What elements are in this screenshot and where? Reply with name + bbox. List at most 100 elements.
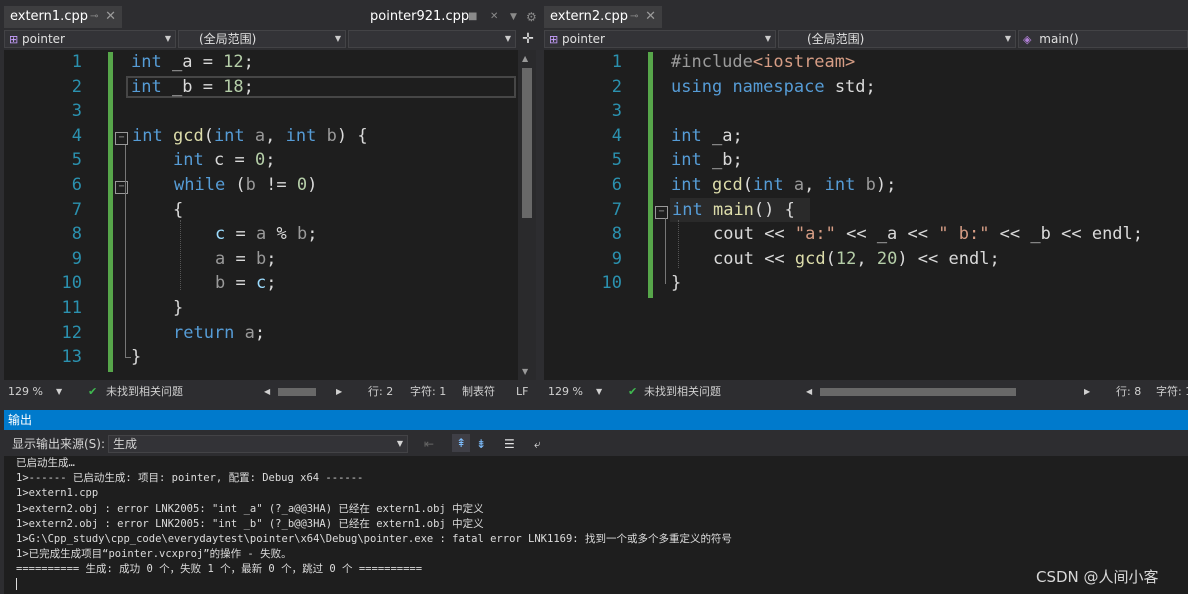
clear-all-icon[interactable]: ☰	[504, 432, 515, 456]
output-line: 1>extern1.cpp	[16, 487, 99, 500]
indent-guide	[678, 220, 679, 268]
prev-message-icon[interactable]: ⇞	[452, 434, 470, 452]
code-line: b = c;	[215, 273, 277, 294]
member-dropdown[interactable]: ◈ main()	[1018, 30, 1188, 48]
code-line: int _b = 18;	[131, 76, 254, 97]
code-editor-right[interactable]: 1 2 3 4 5 6 7 8 9 10 #include<iostream> using nam…	[544, 50, 1188, 380]
line-number: 11	[61, 298, 82, 318]
scroll-down-icon[interactable]: ▼	[522, 367, 528, 376]
project-dropdown[interactable]: ⊞ pointer ▼	[544, 30, 776, 48]
scrollbar-vertical-left[interactable]: ▲ ▼	[518, 50, 536, 380]
code-line: − int gcd(int a, int b) {	[115, 124, 368, 149]
fold-guide	[125, 357, 131, 358]
scope-dropdown[interactable]: (全局范围) ▼	[178, 30, 346, 48]
line-number: 10	[601, 273, 622, 294]
chevron-down-icon[interactable]: ▼	[596, 382, 602, 402]
scroll-thumb[interactable]	[522, 68, 532, 218]
split-icon[interactable]: ✛	[520, 30, 536, 48]
change-bar	[648, 52, 653, 298]
project-icon: ⊞	[549, 33, 559, 46]
issues-label[interactable]: 未找到相关问题	[644, 382, 721, 402]
code-line: − while (b != 0)	[115, 173, 317, 198]
row-indicator: 行: 2	[368, 385, 394, 398]
chevron-down-icon: ▼	[1004, 34, 1011, 43]
h-scroll-thumb[interactable]	[278, 388, 316, 396]
pin-icon[interactable]: ⊸	[630, 6, 638, 28]
code-line: a = b;	[215, 248, 277, 269]
close-icon[interactable]: ✕	[490, 6, 498, 28]
tab-pointer921[interactable]: pointer921.cpp ■ ✕ ▼ ⚙	[364, 6, 542, 28]
code-line: }	[671, 273, 682, 294]
tab-dropdown-icon[interactable]: ▼	[510, 6, 517, 28]
output-line: 已启动生成…	[16, 457, 75, 469]
chevron-down-icon[interactable]: ▼	[56, 382, 62, 402]
code-line: c = a % b;	[215, 224, 318, 245]
code-line: {	[173, 199, 184, 220]
line-number: 9	[71, 248, 82, 269]
line-number: 3	[71, 101, 82, 122]
collapse-icon[interactable]: −	[655, 205, 668, 219]
tab-extern1[interactable]: extern1.cpp ⊸ ✕	[4, 6, 122, 28]
code-line: int _a = 12;	[131, 52, 254, 72]
scroll-right-icon[interactable]: ▶	[1084, 382, 1090, 402]
col-indicator: 字符: 1	[1156, 385, 1188, 398]
collapse-icon[interactable]: −	[115, 181, 128, 194]
code-line: }	[131, 347, 142, 368]
code-line: int _b;	[671, 150, 743, 171]
line-number: 1	[611, 52, 622, 72]
line-number: 2	[611, 76, 622, 97]
line-number: 7	[611, 199, 622, 220]
text-caret	[16, 578, 17, 590]
chevron-down-icon: ▼	[504, 34, 511, 43]
code-editor-left[interactable]: 1 2 3 4 5 6 7 8 9 10 11 12 13 int _a = 12; int _b = …	[4, 50, 518, 380]
code-line: #include<iostream>	[671, 52, 856, 72]
output-panel-header[interactable]: 输出	[4, 410, 1188, 430]
code-line: int gcd(int a, int b);	[671, 175, 897, 195]
member-dropdown[interactable]: ▼	[348, 30, 516, 48]
zoom-level[interactable]: 129 %	[548, 382, 583, 402]
pin-icon[interactable]: ⊸	[90, 6, 98, 28]
output-text-area[interactable]: 已启动生成… 1>------ 已启动生成: 项目: pointer, 配置: D…	[4, 456, 1188, 594]
output-toolbar: 显示输出来源(S): 生成 ▼ ⇤ ⇞ ⇟ ☰ ⤶	[0, 432, 1188, 456]
tab-extern2[interactable]: extern2.cpp ⊸ ✕	[544, 6, 662, 28]
project-dropdown[interactable]: ⊞ pointer ▼	[4, 30, 176, 48]
gear-icon[interactable]: ⚙	[526, 6, 537, 28]
line-number: 5	[611, 150, 622, 171]
pin-icon[interactable]: ■	[468, 6, 477, 28]
zoom-level[interactable]: 129 %	[8, 382, 43, 402]
close-icon[interactable]: ✕	[105, 6, 116, 28]
line-number: 9	[611, 248, 622, 269]
change-bar	[108, 52, 113, 372]
collapse-icon[interactable]: −	[115, 131, 128, 145]
indent-indicator[interactable]: 制表符	[462, 382, 495, 402]
scroll-right-icon[interactable]: ▶	[336, 382, 342, 402]
issues-label[interactable]: 未找到相关问题	[106, 382, 183, 402]
check-icon: ✔	[88, 385, 98, 398]
output-source-label: 显示输出来源(S):	[12, 437, 106, 451]
h-scroll-thumb[interactable]	[820, 388, 1016, 396]
output-source-select[interactable]: 生成 ▼	[108, 435, 408, 453]
line-number: 1	[71, 52, 82, 72]
method-icon: ◈	[1023, 33, 1032, 46]
line-number: 8	[71, 224, 82, 245]
line-number: 13	[61, 347, 82, 368]
word-wrap-icon[interactable]: ⤶	[534, 432, 541, 456]
close-icon[interactable]: ✕	[645, 6, 656, 28]
eol-indicator[interactable]: LF	[516, 382, 528, 402]
next-message-icon[interactable]: ⇟	[476, 432, 486, 456]
row-indicator: 行: 8	[1116, 385, 1142, 398]
chevron-down-icon: ▼	[334, 34, 341, 43]
scroll-left-icon[interactable]: ◀	[264, 382, 270, 402]
scope-dropdown[interactable]: (全局范围) ▼	[778, 30, 1016, 48]
tab-label: pointer921.cpp	[370, 9, 470, 24]
output-title: 输出	[8, 413, 33, 427]
code-line: cout << "a:" << _a << " b:" << _b << end…	[713, 224, 1144, 245]
find-message-icon[interactable]: ⇤	[424, 432, 434, 456]
check-icon: ✔	[628, 385, 638, 398]
scroll-up-icon[interactable]: ▲	[522, 54, 528, 63]
scroll-left-icon[interactable]: ◀	[806, 382, 812, 402]
line-number: 2	[71, 76, 82, 97]
code-line: return a;	[173, 322, 266, 343]
line-number: 5	[71, 150, 82, 171]
line-number: 4	[611, 125, 622, 146]
